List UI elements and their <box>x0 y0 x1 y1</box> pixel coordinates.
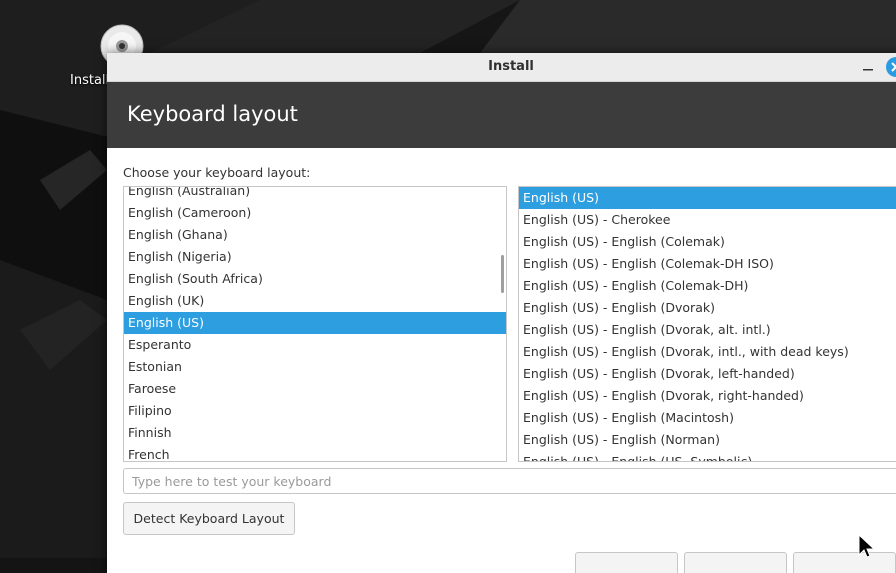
continue-button[interactable] <box>793 552 896 573</box>
page-content: Choose your keyboard layout: English (Au… <box>107 148 896 573</box>
layout-item[interactable]: English (Cameroon) <box>124 202 506 224</box>
layout-item-selected[interactable]: English (US) <box>124 312 506 334</box>
layout-item[interactable]: Esperanto <box>124 334 506 356</box>
layout-item[interactable]: French <box>124 444 506 461</box>
back-button[interactable] <box>684 552 787 573</box>
window-titlebar[interactable]: Install <box>107 53 896 82</box>
variant-item[interactable]: English (US) - English (US, Symbolic) <box>519 451 896 461</box>
minimize-icon[interactable] <box>860 59 876 75</box>
variant-item[interactable]: English (US) - English (Dvorak, left-han… <box>519 363 896 385</box>
layout-item[interactable]: Estonian <box>124 356 506 378</box>
detect-keyboard-layout-button[interactable]: Detect Keyboard Layout <box>123 502 295 535</box>
layout-item[interactable]: Faroese <box>124 378 506 400</box>
variant-item[interactable]: English (US) - English (Dvorak, alt. int… <box>519 319 896 341</box>
layout-item[interactable]: English (UK) <box>124 290 506 312</box>
page-header: Keyboard layout <box>107 82 896 148</box>
installer-window: Install Keyboard layout Choose your keyb… <box>107 53 896 573</box>
layout-list-scrollbar[interactable] <box>501 255 504 293</box>
variant-item[interactable]: English (US) - English (Macintosh) <box>519 407 896 429</box>
keyboard-test-input[interactable] <box>123 468 896 494</box>
desktop-icon-label: Install <box>70 73 110 88</box>
layout-item[interactable]: Filipino <box>124 400 506 422</box>
instruction-label: Choose your keyboard layout: <box>123 165 311 180</box>
variant-item[interactable]: English (US) - English (Dvorak, intl., w… <box>519 341 896 363</box>
window-title: Install <box>488 59 534 74</box>
variant-item-selected[interactable]: English (US) <box>519 187 896 209</box>
layout-item[interactable]: Finnish <box>124 422 506 444</box>
variant-item[interactable]: English (US) - English (Dvorak) <box>519 297 896 319</box>
layout-item[interactable]: English (Nigeria) <box>124 246 506 268</box>
variant-item[interactable]: English (US) - Cherokee <box>519 209 896 231</box>
variant-item[interactable]: English (US) - English (Colemak-DH) <box>519 275 896 297</box>
variant-list[interactable]: English (US) English (US) - Cherokee Eng… <box>518 186 896 462</box>
layout-item[interactable]: English (Ghana) <box>124 224 506 246</box>
variant-item[interactable]: English (US) - English (Norman) <box>519 429 896 451</box>
variant-item[interactable]: English (US) - English (Colemak-DH ISO) <box>519 253 896 275</box>
layout-list[interactable]: English (Australian) English (Cameroon) … <box>123 186 507 462</box>
page-title: Keyboard layout <box>127 102 298 126</box>
variant-item[interactable]: English (US) - English (Colemak) <box>519 231 896 253</box>
variant-item[interactable]: English (US) - English (Dvorak, right-ha… <box>519 385 896 407</box>
mouse-cursor-icon <box>858 534 876 558</box>
layout-item[interactable]: English (Australian) <box>124 187 506 202</box>
quit-button[interactable] <box>575 552 678 573</box>
layout-item[interactable]: English (South Africa) <box>124 268 506 290</box>
